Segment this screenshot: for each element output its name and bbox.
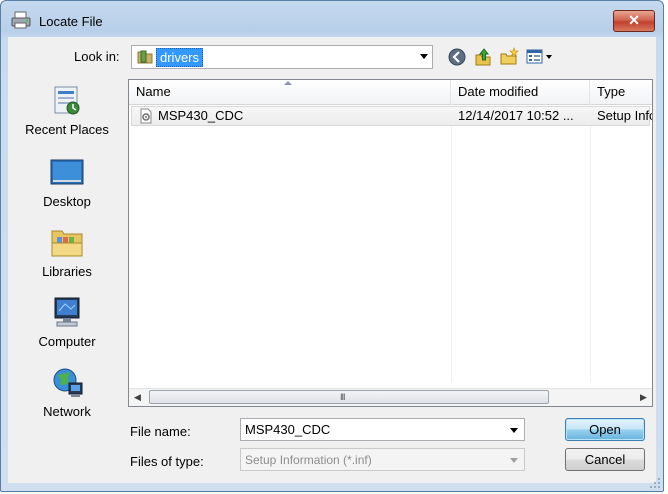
- open-button[interactable]: Open: [565, 418, 645, 441]
- recent-places-icon: [54, 86, 80, 115]
- views-menu-icon[interactable]: [526, 47, 556, 67]
- sort-ascending-icon: [284, 81, 292, 85]
- places-label-desktop: Desktop: [43, 194, 91, 209]
- column-label-date-modified: Date modified: [458, 84, 539, 99]
- setup-information-file-icon: [140, 108, 152, 124]
- printer-icon: [11, 11, 31, 29]
- look-in-dropdown[interactable]: drivers: [131, 45, 433, 69]
- column-header-name[interactable]: Name: [129, 80, 451, 104]
- file-name-combobox[interactable]: MSP430_CDC: [240, 418, 525, 441]
- scroll-right-icon[interactable]: ▶: [635, 389, 652, 406]
- computer-icon: [54, 297, 80, 327]
- places-item-network[interactable]: Network: [8, 365, 126, 425]
- column-divider: [451, 104, 452, 382]
- column-header-type[interactable]: Type: [590, 80, 652, 104]
- look-in-label: Look in:: [74, 49, 120, 64]
- table-row[interactable]: MSP430_CDC 12/14/2017 10:52 ... Setup In…: [131, 106, 653, 126]
- column-label-name: Name: [136, 84, 171, 99]
- libraries-icon: [51, 230, 83, 257]
- folder-icon: [137, 50, 153, 64]
- column-headers: Name Date modified Type: [129, 80, 652, 105]
- close-button[interactable]: ✕: [613, 10, 655, 32]
- column-header-date-modified[interactable]: Date modified: [451, 80, 590, 104]
- up-folder-icon[interactable]: [473, 47, 493, 67]
- file-name: MSP430_CDC: [158, 108, 244, 123]
- files-of-type-label: Files of type:: [130, 454, 204, 469]
- places-label-network: Network: [43, 404, 91, 419]
- chevron-down-icon: [420, 54, 428, 59]
- files-of-type-value: Setup Information (*.inf): [245, 453, 372, 467]
- column-divider: [590, 104, 591, 382]
- places-label-recent-places: Recent Places: [25, 122, 109, 137]
- file-type: Setup Infc: [597, 108, 653, 123]
- horizontal-scrollbar[interactable]: ◀ III ▶: [129, 388, 652, 406]
- dialog-body: Look in: drivers Recent Places Desktop L…: [8, 37, 656, 483]
- network-icon: [53, 368, 83, 397]
- scrollbar-thumb[interactable]: III: [149, 390, 549, 404]
- places-item-desktop[interactable]: Desktop: [8, 155, 126, 215]
- places-label-computer: Computer: [38, 334, 96, 349]
- file-list[interactable]: Name Date modified Type MSP430_CDC 12/14…: [128, 79, 653, 407]
- resize-grip-icon[interactable]: [649, 477, 661, 489]
- chevron-down-icon: [510, 458, 518, 463]
- grip-icon: III: [340, 392, 345, 402]
- files-of-type-dropdown[interactable]: Setup Information (*.inf): [240, 448, 525, 471]
- locate-file-dialog: Locate File ✕ Look in: drivers Recent Pl…: [0, 0, 664, 492]
- file-name-value: MSP430_CDC: [245, 422, 331, 437]
- places-item-recent-places[interactable]: Recent Places: [8, 83, 126, 143]
- places-label-libraries: Libraries: [42, 264, 92, 279]
- look-in-value: drivers: [156, 48, 204, 67]
- chevron-down-icon[interactable]: [510, 428, 518, 433]
- scroll-left-icon[interactable]: ◀: [129, 389, 146, 406]
- window-title: Locate File: [39, 14, 103, 29]
- title-bar[interactable]: Locate File ✕: [1, 1, 663, 37]
- new-folder-icon[interactable]: [499, 47, 519, 67]
- desktop-icon: [50, 159, 84, 185]
- file-name-label: File name:: [130, 424, 191, 439]
- back-arrow-icon[interactable]: [447, 47, 467, 67]
- column-label-type: Type: [597, 84, 626, 99]
- places-item-computer[interactable]: Computer: [8, 295, 126, 355]
- places-item-libraries[interactable]: Libraries: [8, 225, 126, 285]
- places-bar: Recent Places Desktop Libraries Computer…: [8, 75, 126, 435]
- file-date-modified: 12/14/2017 10:52 ...: [458, 108, 574, 123]
- cancel-button[interactable]: Cancel: [565, 448, 645, 471]
